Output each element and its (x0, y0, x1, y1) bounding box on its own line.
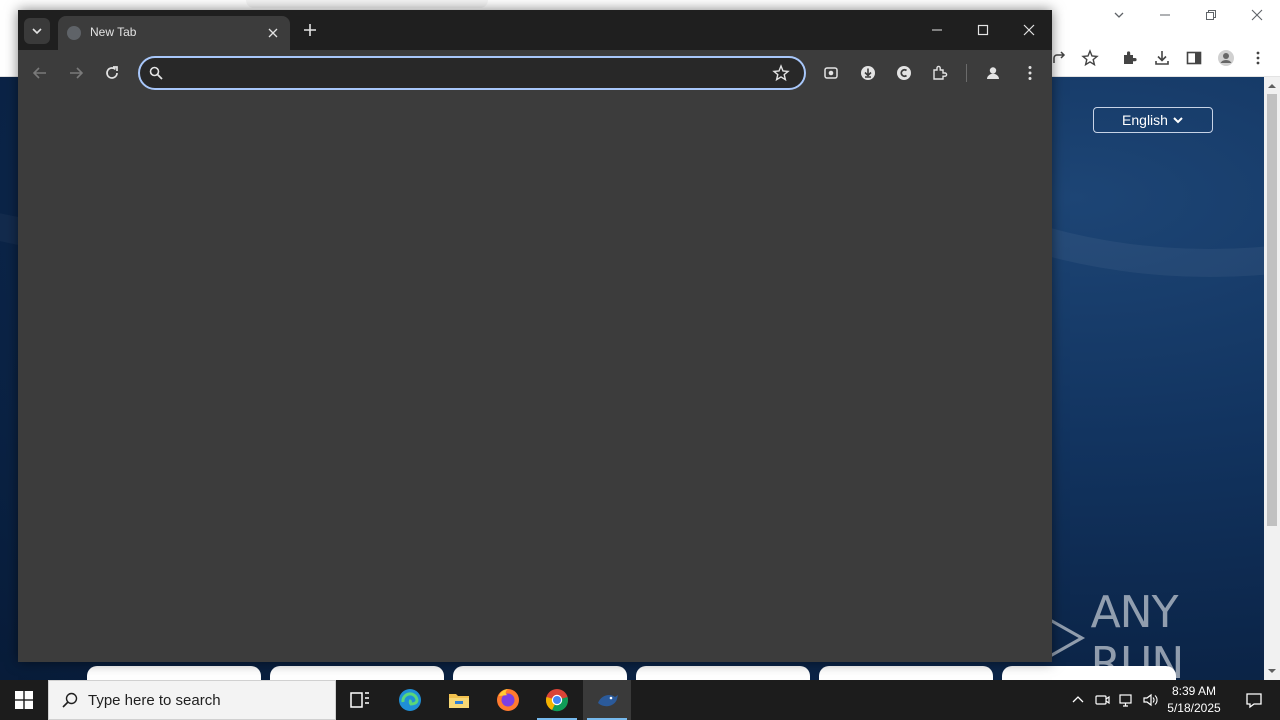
toolbar-separator (966, 64, 967, 82)
watermark-text: ANY RUN (1090, 587, 1185, 689)
navigation-toolbar (18, 50, 1052, 96)
star-icon[interactable] (772, 64, 790, 82)
reload-icon[interactable] (100, 61, 124, 85)
camera-extension-icon[interactable] (819, 61, 843, 85)
plus-icon (304, 24, 316, 36)
forward-arrow-icon[interactable] (64, 61, 88, 85)
file-explorer-icon[interactable] (435, 680, 483, 720)
notification-center-icon[interactable] (1234, 680, 1274, 720)
minimize-button[interactable] (1142, 0, 1188, 30)
network-icon[interactable] (1116, 690, 1136, 710)
volume-icon[interactable] (1140, 690, 1160, 710)
language-selector[interactable]: English (1093, 107, 1213, 133)
start-button[interactable] (0, 680, 48, 720)
minimize-button[interactable] (914, 10, 960, 50)
scrollbar-thumb[interactable] (1267, 94, 1277, 526)
kebab-menu-icon[interactable] (1018, 61, 1042, 85)
windows-logo-icon (15, 691, 33, 709)
tab-search-button[interactable] (24, 18, 50, 44)
new-tab-button[interactable] (299, 19, 321, 41)
scroll-up-arrow-icon[interactable] (1264, 79, 1280, 93)
chrome-icon[interactable] (533, 680, 581, 720)
new-tab-page-content (18, 96, 1052, 662)
address-input[interactable] (172, 63, 762, 83)
tab-search-chevron-icon[interactable] (1096, 0, 1142, 30)
download-icon[interactable] (1150, 46, 1174, 70)
taskbar-search-box[interactable]: Type here to search (48, 680, 336, 720)
side-panel-icon[interactable] (1182, 46, 1206, 70)
system-clock[interactable]: 8:39 AM 5/18/2025 (1160, 683, 1228, 717)
vertical-scrollbar[interactable] (1264, 77, 1280, 680)
taskbar-search-placeholder: Type here to search (88, 691, 221, 709)
clock-time: 8:39 AM (1171, 684, 1217, 698)
firefox-icon[interactable] (484, 680, 532, 720)
restore-button[interactable] (1188, 0, 1234, 30)
bird-app-icon[interactable] (583, 680, 631, 720)
search-icon (149, 66, 163, 80)
address-bar[interactable] (138, 56, 806, 90)
tab-new-tab[interactable]: New Tab (58, 16, 290, 50)
back-arrow-icon[interactable] (28, 61, 52, 85)
puzzle-icon[interactable] (1118, 46, 1142, 70)
anyrun-watermark: ANY RUN (1040, 587, 1240, 689)
windows-taskbar: Type here to search 8:39 AM 5/18/2025 (0, 680, 1280, 720)
clock-date: 5/18/2025 (1167, 701, 1221, 715)
maximize-button[interactable] (960, 10, 1006, 50)
language-label: English (1122, 112, 1168, 128)
profile-icon[interactable] (981, 61, 1005, 85)
star-icon[interactable] (1078, 46, 1102, 70)
chevron-down-icon (1173, 117, 1183, 124)
chevron-down-icon (32, 28, 42, 35)
kebab-menu-icon[interactable] (1246, 46, 1270, 70)
chrome-window: New Tab (18, 10, 1052, 662)
tab-close-icon[interactable] (264, 24, 282, 42)
c-extension-icon[interactable] (892, 61, 916, 85)
task-view-icon[interactable] (336, 680, 384, 720)
search-icon (62, 692, 78, 708)
background-tab[interactable] (246, 0, 488, 8)
camera-tray-icon[interactable] (1092, 690, 1112, 710)
scroll-down-arrow-icon[interactable] (1264, 664, 1280, 678)
tab-title: New Tab (90, 25, 137, 39)
edge-icon[interactable] (386, 680, 434, 720)
puzzle-icon[interactable] (928, 61, 952, 85)
close-button[interactable] (1234, 0, 1280, 30)
tab-strip: New Tab (18, 10, 1052, 50)
globe-icon (67, 26, 81, 40)
profile-icon[interactable] (1214, 46, 1238, 70)
chevron-up-icon[interactable] (1068, 690, 1088, 710)
download-extension-icon[interactable] (856, 61, 880, 85)
close-button[interactable] (1006, 10, 1052, 50)
